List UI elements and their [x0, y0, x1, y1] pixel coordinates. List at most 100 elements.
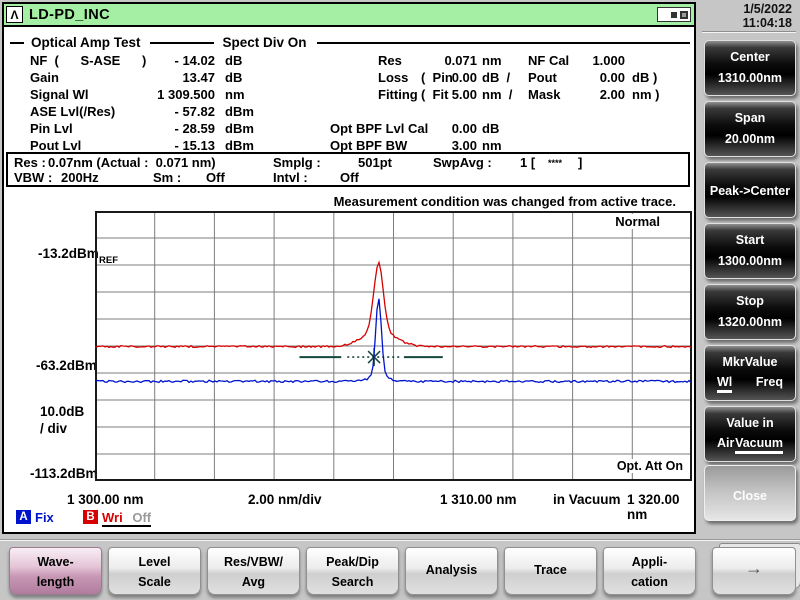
- sampling-value: 501pt: [358, 155, 392, 170]
- spectrum-chart: Normal REF Opt. Att On: [95, 211, 692, 481]
- header-rule-mid: [150, 42, 214, 44]
- option-wl[interactable]: Wl: [717, 375, 732, 393]
- param-unit: dB ): [632, 70, 657, 85]
- trace-a-state: Fix: [35, 510, 54, 525]
- y-axis-bottom-level: -113.2dBm: [30, 466, 98, 481]
- softkey-close[interactable]: Close: [704, 465, 796, 521]
- y-axis-mid-level: -63.2dBm: [36, 358, 97, 373]
- trace-b-key: B: [83, 510, 98, 524]
- spectrum-plot: [95, 211, 692, 481]
- opt-att-status: Opt. Att On: [615, 459, 685, 473]
- softkey-value: 1310.00nm: [705, 71, 795, 85]
- param-value: 5.00: [425, 87, 477, 102]
- param-label: Res: [378, 53, 402, 68]
- trace-b-state: Wri: [102, 510, 123, 525]
- header-rule-right: [317, 42, 690, 44]
- menu-key-level-scale[interactable]: LevelScale: [108, 547, 201, 595]
- softkey-center[interactable]: Center1310.00nm: [704, 40, 796, 96]
- softkey-value: 20.00nm: [705, 132, 795, 146]
- window-controls[interactable]: [657, 7, 691, 22]
- softkey-mkr-value[interactable]: MkrValue Wl Freq: [704, 345, 796, 401]
- softkey-value-in[interactable]: Value inAirVacuum: [704, 406, 796, 462]
- param-value: 1.000: [576, 53, 625, 68]
- param-value: - 28.59: [115, 121, 215, 136]
- param-unit: dB: [482, 121, 499, 136]
- param-label: Opt BPF BW: [330, 138, 407, 153]
- smoothing-label: Sm :: [153, 170, 181, 185]
- interval-value: Off: [340, 170, 359, 185]
- app-logo-icon: Λ: [6, 6, 23, 23]
- softkey-label: MkrValue: [705, 355, 795, 369]
- option-vacuum[interactable]: Vacuum: [735, 436, 783, 454]
- date-value: 1/5/2022: [702, 2, 792, 16]
- trace-a-badge: A Fix: [16, 510, 54, 525]
- param-unit: nm: [482, 53, 502, 68]
- param-unit: nm ): [632, 87, 659, 102]
- vbw-label: VBW :: [14, 170, 52, 185]
- param-row: Fitting( Fit5.00nm /Mask2.00nm ): [330, 87, 692, 104]
- window-minimize-icon[interactable]: [671, 12, 677, 18]
- softkey-value: 1320.00nm: [705, 315, 795, 329]
- menu-key-more[interactable]: →: [712, 547, 796, 595]
- param-row: Loss( Pin0.00dB /Pout0.00dB ): [330, 70, 692, 87]
- analysis-parameters: Optical Amp Test Spect Div On NF ( S-ASE…: [4, 27, 694, 152]
- softkey-value: 1300.00nm: [705, 254, 795, 268]
- param-row: Signal Wl1 309.500nm: [30, 87, 330, 104]
- sweep-settings-box: Res : 0.07nm (Actual : 0.071 nm) Smplg :…: [6, 152, 690, 187]
- menu-key-label: Peak/Dip: [307, 555, 398, 569]
- param-value: 2.00: [576, 87, 625, 102]
- menu-key-trace[interactable]: Trace: [504, 547, 597, 595]
- param-row: [330, 104, 692, 121]
- param-label: Opt BPF Lvl Cal: [330, 121, 428, 136]
- param-label: Pout: [528, 70, 557, 85]
- param-value: - 14.02: [115, 53, 215, 68]
- param-label: Pout Lvl: [30, 138, 81, 153]
- analysis-mode-label: Optical Amp Test: [31, 35, 141, 50]
- window-title: LD-PD_INC: [29, 7, 110, 23]
- warning-message: Measurement condition was changed from a…: [334, 194, 676, 209]
- swpavg-stars: ****: [548, 156, 562, 171]
- menu-key-label2: Search: [307, 575, 398, 589]
- param-label: NF Cal: [528, 53, 569, 68]
- option-freq[interactable]: Freq: [756, 375, 783, 393]
- menu-key-peak-dip-search[interactable]: Peak/Dip Search: [306, 547, 399, 595]
- menu-key-label2: cation: [604, 575, 695, 589]
- param-label: Loss: [378, 70, 408, 85]
- softkey-start[interactable]: Start 1300.00nm: [704, 223, 796, 279]
- window-restore-icon[interactable]: [680, 11, 688, 19]
- analysis-header: Optical Amp Test Spect Div On: [10, 35, 690, 50]
- menu-key-label: Trace: [505, 563, 596, 577]
- menu-key-label: Analysis: [406, 563, 497, 577]
- trace-b-active-underline: Wri Off: [102, 510, 151, 527]
- softkey-span[interactable]: Span20.00nm: [704, 101, 796, 157]
- softkey-label: Close: [705, 489, 795, 503]
- datetime-display: 1/5/2022 11:04:18: [702, 0, 800, 30]
- menu-key-application[interactable]: Appli-cation: [603, 547, 696, 595]
- x-axis-stop: 1 320.00 nm: [627, 492, 694, 522]
- menu-key-wavelength[interactable]: Wave-length: [9, 547, 102, 595]
- param-unit: nm /: [482, 87, 512, 102]
- trace-b-badge: B Wri Off: [83, 510, 151, 527]
- softkey-peak-to-center[interactable]: Peak->Center: [704, 162, 796, 218]
- option-air[interactable]: Air: [717, 436, 734, 454]
- menu-key-analysis[interactable]: Analysis: [405, 547, 498, 595]
- param-label: Mask: [528, 87, 561, 102]
- softkey-label: Start: [705, 233, 795, 247]
- y-axis-ref-level: -13.2dBm: [38, 246, 99, 261]
- param-label: ASE Lvl(/Res): [30, 104, 115, 119]
- param-value: 0.071: [425, 53, 477, 68]
- spect-div-label: Spect Div On: [223, 35, 307, 50]
- menu-key-label: Appli-: [604, 555, 695, 569]
- softkey-label: Peak->Center: [705, 184, 795, 198]
- param-unit: dBm: [225, 138, 254, 153]
- bottom-divider: [0, 539, 800, 540]
- x-axis-center: 1 310.00 nm: [440, 492, 517, 507]
- param-value: 0.00: [425, 70, 477, 85]
- param-unit: dBm: [225, 121, 254, 136]
- param-row: Opt BPF Lvl Cal0.00dB: [330, 121, 692, 138]
- softkey-stop[interactable]: Stop1320.00nm: [704, 284, 796, 340]
- param-label: Fitting: [378, 87, 418, 102]
- menu-key-res-vbw-avg[interactable]: Res/VBW/Avg: [207, 547, 300, 595]
- y-axis-scale-div: / div: [40, 421, 67, 436]
- param-value: 1 309.500: [115, 87, 215, 102]
